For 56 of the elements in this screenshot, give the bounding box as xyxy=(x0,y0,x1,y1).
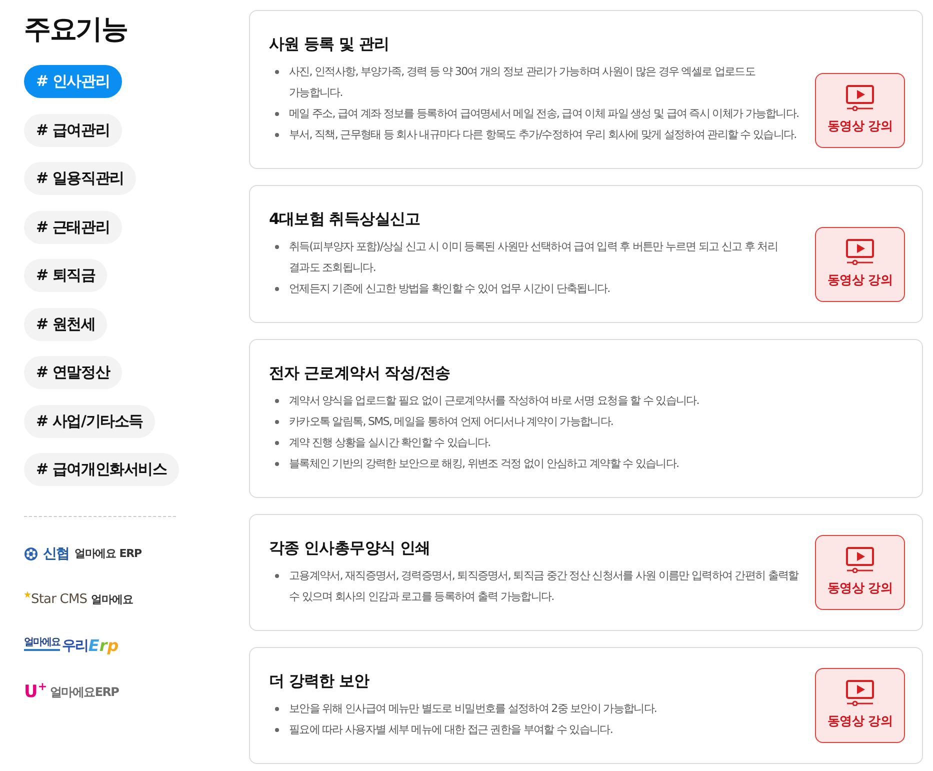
feature-title: 더 강력한 보안 xyxy=(269,671,370,692)
product-name: 얼마에요 ERP xyxy=(74,546,142,562)
feature-description: 사진, 인적사항, 부양가족, 경력 등 약 30여 개의 정보 관리가 가능하며 사원이 많은 경우 엑셀로 업로드도 가능합니다. xyxy=(289,64,756,101)
bullet-icon xyxy=(275,287,279,291)
feature-description: 고용계약서, 재직증명서, 경력증명서, 퇴직증명서, 퇴직금 중간 정산 신청서를 사원 이름만 입력하여 간편히 출력할 수 있으며 회사의 인감과 로고를 등록하여 출력 가능합니다. xyxy=(289,568,800,605)
bullet-icon xyxy=(275,574,279,578)
feature-description: 계약 진행 상황을 실시간 확인할 수 있습니다. xyxy=(289,435,490,451)
category-tab[interactable]: # 연말정산 xyxy=(24,356,122,389)
bullet-icon xyxy=(275,70,279,74)
bullet-icon xyxy=(275,112,279,116)
feature-description: 언제든지 기존에 신고한 방법을 확인할 수 있어 업무 시간이 단축됩니다. xyxy=(289,281,610,297)
product-name: 얼마에요 xyxy=(24,637,60,651)
feature-description: 보안을 위해 인사급여 메뉴만 별도로 비밀번호를 설정하여 2중 보안이 가능합니다. xyxy=(289,701,657,717)
bullet-icon xyxy=(275,420,279,424)
bullet-icon xyxy=(275,441,279,445)
feature-description: 메일 주소, 급여 계좌 정보를 등록하여 급여명세서 메일 전송, 급여 이체 파일 생성 및 급여 즉시 이체가 가능합니다. xyxy=(289,106,799,122)
feature-title: 4대보험 취득상실신고 xyxy=(269,209,422,230)
video-icon xyxy=(845,680,875,706)
product-name: 얼마에요ERP xyxy=(50,684,119,701)
feature-description: 부서, 직책, 근무형태 등 회사 내규마다 다른 항목도 추가/수정하여 우리 회사에 맞게 설정하여 관리할 수 있습니다. xyxy=(289,127,796,143)
category-tab[interactable]: # 퇴직금 xyxy=(24,259,108,292)
category-tab[interactable]: # 원천세 xyxy=(24,308,108,340)
video-lecture-button[interactable]: 동영상 강의 xyxy=(815,668,905,743)
product-name: 얼마에요 xyxy=(91,592,133,608)
brand-name: Star CMS xyxy=(31,591,88,610)
brand-name: 신협 xyxy=(43,544,70,564)
video-lecture-button[interactable]: 동영상 강의 xyxy=(815,73,905,148)
feature-description: 블록체인 기반의 강력한 보안으로 해킹, 위변조 걱정 없이 안심하고 계약할 수 있습니다. xyxy=(289,456,679,472)
brand-name: U$^{+}$ xyxy=(24,682,48,702)
bullet-icon xyxy=(275,728,279,732)
brand-name: 우리 xyxy=(62,636,88,656)
bullet-icon xyxy=(275,245,279,249)
video-icon xyxy=(845,547,875,574)
feature-title: 각종 인사총무양식 인쇄 xyxy=(269,538,432,559)
video-icon xyxy=(845,239,875,266)
feature-description: 취득(피부양자 포함)/상실 신고 시 이미 등록된 사원만 선택하여 급여 입력 후 버튼만 누르면 되고 신고 후 처리 결과도 조회됩니다. xyxy=(289,239,779,276)
bullet-icon xyxy=(275,399,279,403)
feature-description: 계약서 양식을 업로드할 필요 없이 근로계약서를 작성하여 바로 서명 요청을 할 수 있습니다. xyxy=(289,393,699,409)
category-tab[interactable]: # 급여관리 xyxy=(24,114,122,146)
bullet-icon xyxy=(275,133,279,137)
category-tab[interactable]: # 사업/기타소득 xyxy=(24,404,155,438)
video-lecture-button[interactable]: 동영상 강의 xyxy=(815,227,905,302)
category-tab[interactable]: # 근태관리 xyxy=(24,210,122,244)
bullet-icon xyxy=(275,462,279,466)
emblem-icon xyxy=(24,547,38,561)
category-tab[interactable]: # 일용직관리 xyxy=(24,162,136,195)
feature-description: 카카오톡 알림톡, SMS, 메일을 통하여 언제 어디서나 계약이 가능합니다. xyxy=(289,414,614,430)
video-icon xyxy=(845,85,875,112)
category-tab[interactable]: # 급여개인화서비스 xyxy=(24,453,179,486)
star-icon xyxy=(24,591,31,598)
feature-title: 사원 등록 및 관리 xyxy=(269,34,390,55)
feature-title: 전자 근로계약서 작성/전송 xyxy=(269,363,452,384)
section-title: 주요기능 xyxy=(24,13,128,47)
video-lecture-button[interactable]: 동영상 강의 xyxy=(815,535,905,610)
feature-description: 필요에 따라 사용자별 세부 메뉴에 대한 접근 권한을 부여할 수 있습니다. xyxy=(289,722,612,738)
bullet-icon xyxy=(275,707,279,711)
